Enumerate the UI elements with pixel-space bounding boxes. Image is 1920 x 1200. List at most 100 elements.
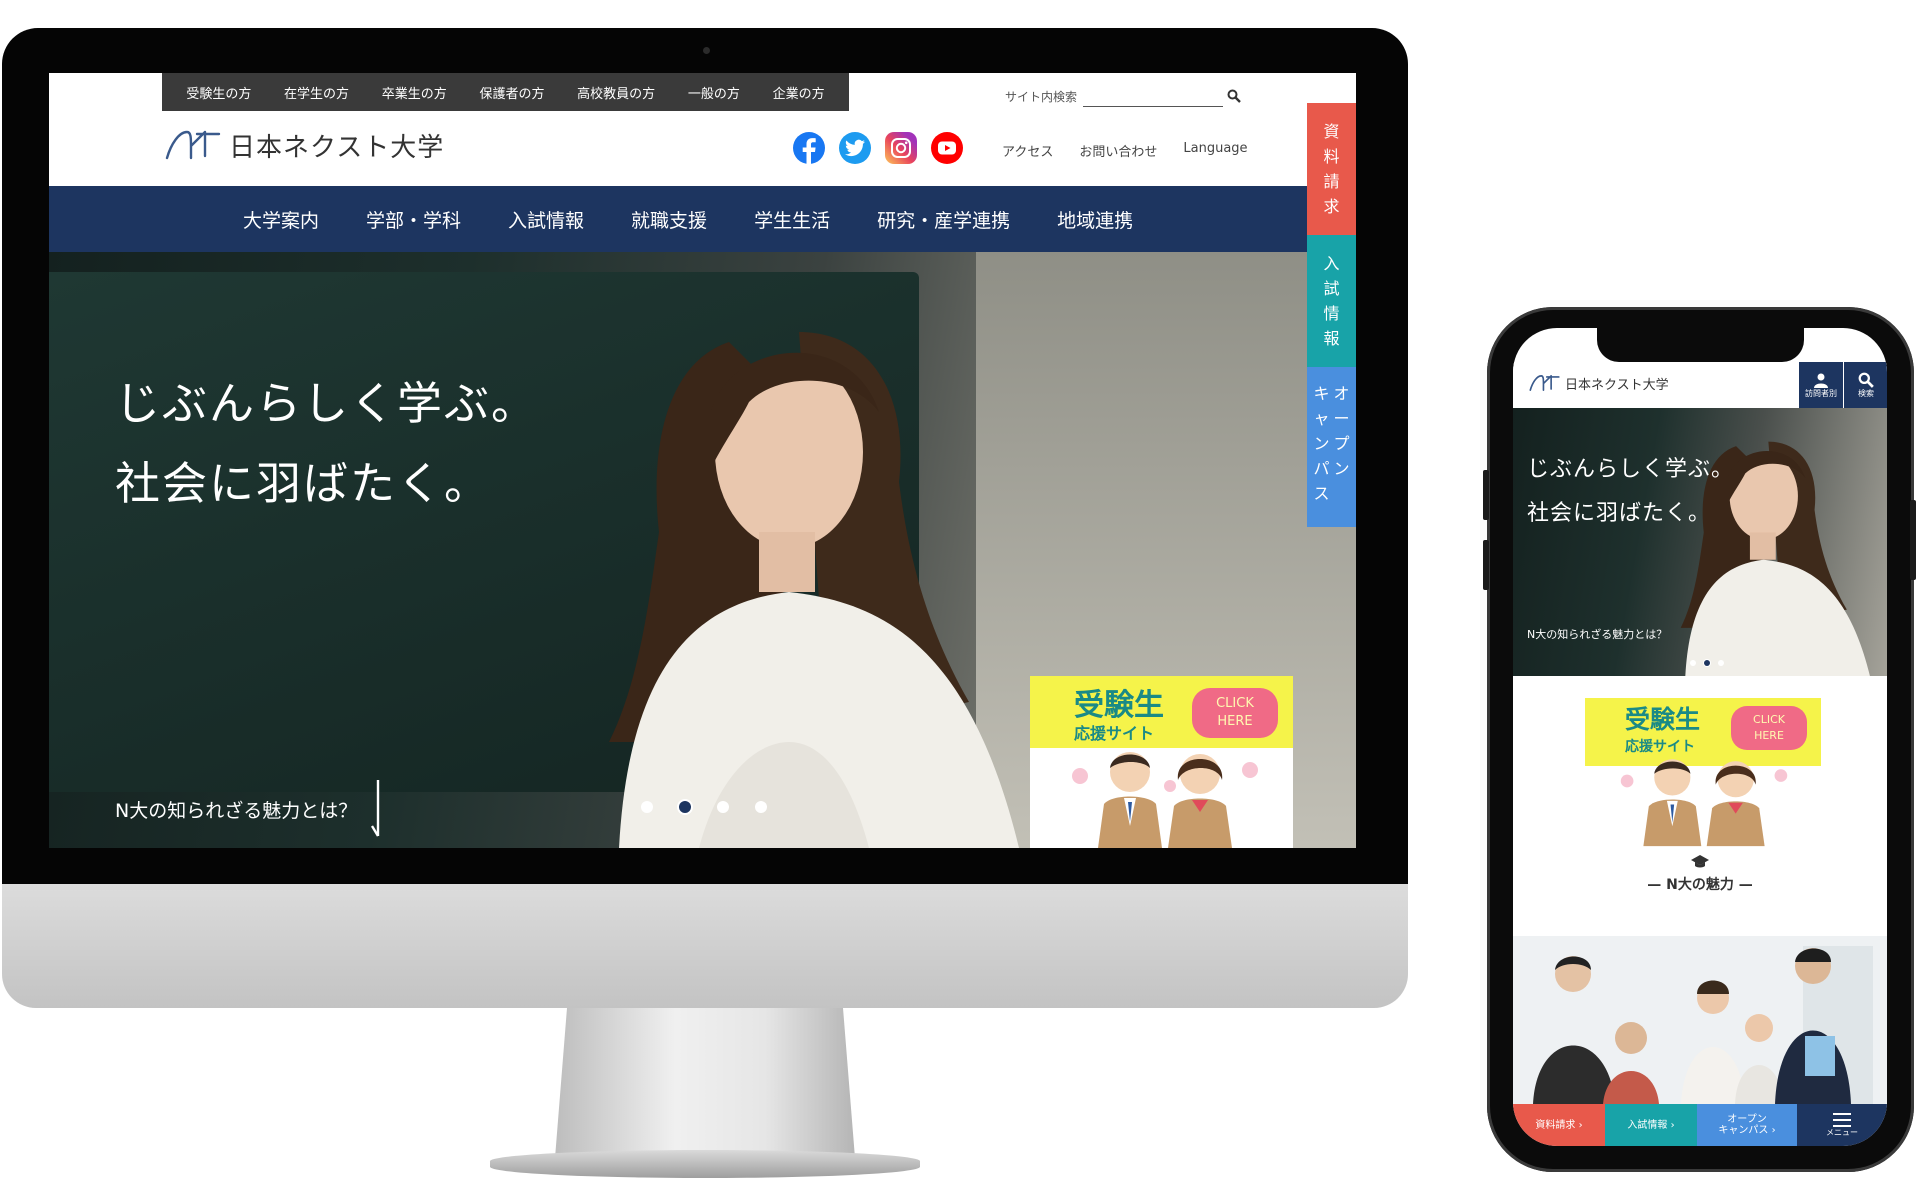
mobile-hero-dot-2[interactable] xyxy=(1704,660,1710,666)
banner-click-label-2: HERE xyxy=(1754,729,1784,742)
mobile-header: 日本ネクスト大学 訪問者別 検索 xyxy=(1513,362,1887,408)
phone-side-button xyxy=(1483,470,1489,520)
mobile-bottom-bar: 資料請求 › 入試情報 › オープン キャンパス › メニュー xyxy=(1513,1104,1887,1146)
graduation-cap-icon xyxy=(1691,855,1709,868)
imac-stand-foot xyxy=(490,1150,920,1178)
imac-stand-neck xyxy=(555,1008,855,1158)
youtube-icon[interactable] xyxy=(931,132,963,164)
banner-title: 受験生 xyxy=(1625,705,1701,734)
mobile-logo-text: 日本ネクスト大学 xyxy=(1565,377,1669,393)
search-icon[interactable] xyxy=(1223,85,1245,107)
logo-mark-icon xyxy=(165,130,221,160)
hero-dot-3[interactable] xyxy=(717,801,729,813)
utility-links: アクセス お問い合わせ Language xyxy=(1002,141,1248,160)
bottom-admissions-button[interactable]: 入試情報 › xyxy=(1605,1104,1697,1146)
side-tab-char: 料 xyxy=(1323,147,1340,166)
down-arrow-icon xyxy=(371,780,380,837)
hero-more-label: N大の知られざる魅力とは？ xyxy=(115,799,358,822)
audience-link-prospective[interactable]: 受験生の方 xyxy=(186,83,251,102)
side-tab-char: 資 xyxy=(1323,122,1340,141)
side-tab-char: 情 xyxy=(1323,304,1340,323)
site-search: サイト内検索 xyxy=(1005,83,1255,109)
mobile-search-label: 検索 xyxy=(1858,388,1874,398)
contact-link[interactable]: お問い合わせ xyxy=(1079,141,1157,160)
mobile-campus-photo xyxy=(1513,936,1887,1104)
hero-dot-4[interactable] xyxy=(755,801,767,813)
students-group-photo xyxy=(1513,936,1887,1104)
logo-text: 日本ネクスト大学 xyxy=(229,132,445,163)
audience-link-alumni[interactable]: 卒業生の方 xyxy=(382,83,447,102)
banner-click-button: CLICK HERE xyxy=(1192,688,1278,738)
facebook-icon[interactable] xyxy=(793,132,825,164)
audience-link-students[interactable]: 在学生の方 xyxy=(284,83,349,102)
site-logo[interactable]: 日本ネクスト大学 xyxy=(161,126,444,164)
banner-click-label-2: HERE xyxy=(1217,714,1253,729)
mobile-hero-dot-1[interactable] xyxy=(1690,660,1696,666)
side-tab-brochure[interactable]: 資 料 請 求 xyxy=(1307,103,1356,235)
twitter-icon[interactable] xyxy=(839,132,871,164)
instagram-icon[interactable] xyxy=(885,132,917,164)
visitor-menu-label: 訪問者別 xyxy=(1805,388,1837,398)
side-tab-char: キ xyxy=(1313,384,1330,403)
phone-notch xyxy=(1597,328,1804,362)
banner-title: 受験生 xyxy=(1074,688,1164,723)
nav-student-life[interactable]: 学生生活 xyxy=(754,206,830,233)
applicant-support-banner[interactable]: 受験生 応援サイト CLICK HERE xyxy=(1030,676,1293,848)
hero-dot-2[interactable] xyxy=(679,801,691,813)
audience-link-general[interactable]: 一般の方 xyxy=(688,83,740,102)
visitor-menu-button[interactable]: 訪問者別 xyxy=(1799,362,1843,408)
bottom-menu-label: メニュー xyxy=(1826,1127,1858,1137)
students-illustration xyxy=(1072,752,1258,848)
mobile-hero-more-link[interactable]: N大の知られざる魅力とは？ xyxy=(1527,626,1667,642)
side-tab-char: ー xyxy=(1333,409,1350,428)
side-tab-admissions[interactable]: 入 試 情 報 xyxy=(1307,235,1356,367)
side-tab-char: ス xyxy=(1313,484,1330,503)
mobile-hero-pagination xyxy=(1690,660,1724,666)
mobile-screen: 日本ネクスト大学 訪問者別 検索 じぶんらしく学ぶ。 社会に羽ばたく。 N大の知… xyxy=(1513,328,1887,1146)
side-tab-char: 求 xyxy=(1323,197,1340,216)
search-icon xyxy=(1858,372,1874,388)
language-link[interactable]: Language xyxy=(1183,141,1247,160)
side-tab-char: ン xyxy=(1313,434,1330,453)
nav-admissions[interactable]: 入試情報 xyxy=(508,206,584,233)
nav-research[interactable]: 研究・産学連携 xyxy=(877,206,1010,233)
hero-dot-1[interactable] xyxy=(641,801,653,813)
hero-student-photo xyxy=(609,332,1019,848)
mobile-logo[interactable]: 日本ネクスト大学 xyxy=(1527,372,1669,394)
nav-career[interactable]: 就職支援 xyxy=(631,206,707,233)
hero-more-link[interactable]: N大の知られざる魅力とは？ xyxy=(115,780,385,838)
side-tab-char: プ xyxy=(1333,434,1350,453)
phone-side-button xyxy=(1483,540,1489,590)
mobile-applicant-banner[interactable]: 受験生 応援サイト CLICK HERE xyxy=(1585,698,1821,848)
audience-link-parents[interactable]: 保護者の方 xyxy=(479,83,544,102)
mobile-search-button[interactable]: 検索 xyxy=(1844,362,1887,408)
imac-chin xyxy=(2,884,1408,1008)
access-link[interactable]: アクセス xyxy=(1002,141,1053,160)
hero-slider: じぶんらしく学ぶ。 社会に羽ばたく。 N大の知られざる魅力とは？ 受験生 応援サ… xyxy=(49,252,1356,848)
side-tab-char: 試 xyxy=(1323,279,1340,298)
site-search-input[interactable] xyxy=(1083,85,1224,107)
bottom-brochure-button[interactable]: 資料請求 › xyxy=(1513,1104,1605,1146)
side-tab-char: ン xyxy=(1333,459,1350,478)
side-tabs: 資 料 請 求 入 試 情 報 キ ャ ン パ ス オ ー プ ン xyxy=(1307,103,1356,527)
hero-pagination xyxy=(641,801,767,813)
mobile-hero-headline-line-1: じぶんらしく学ぶ。 xyxy=(1527,457,1735,482)
nav-faculties[interactable]: 学部・学科 xyxy=(366,206,461,233)
audience-link-companies[interactable]: 企業の方 xyxy=(773,83,825,102)
logo-mark-icon xyxy=(1529,375,1560,391)
audience-nav: 受験生の方 在学生の方 卒業生の方 保護者の方 高校教員の方 一般の方 企業の方 xyxy=(162,73,849,111)
audience-link-teachers[interactable]: 高校教員の方 xyxy=(577,83,655,102)
phone-side-button xyxy=(1910,500,1916,580)
mobile-hero-dot-3[interactable] xyxy=(1718,660,1724,666)
banner-subtitle: 応援サイト xyxy=(1074,724,1155,743)
side-tab-char: 入 xyxy=(1323,254,1340,273)
nav-about[interactable]: 大学案内 xyxy=(243,206,319,233)
bottom-menu-button[interactable]: メニュー xyxy=(1797,1104,1887,1146)
side-tab-open-campus[interactable]: キ ャ ン パ ス オ ー プ ン xyxy=(1307,367,1356,527)
banner-click-button: CLICK HERE xyxy=(1731,706,1807,750)
nav-community[interactable]: 地域連携 xyxy=(1057,206,1133,233)
site-search-label: サイト内検索 xyxy=(1005,89,1078,104)
camera-dot xyxy=(703,47,710,54)
main-nav: 大学案内 学部・学科 入試情報 就職支援 学生生活 研究・産学連携 地域連携 xyxy=(49,186,1356,252)
bottom-open-campus-button[interactable]: オープン キャンパス › xyxy=(1697,1104,1797,1146)
